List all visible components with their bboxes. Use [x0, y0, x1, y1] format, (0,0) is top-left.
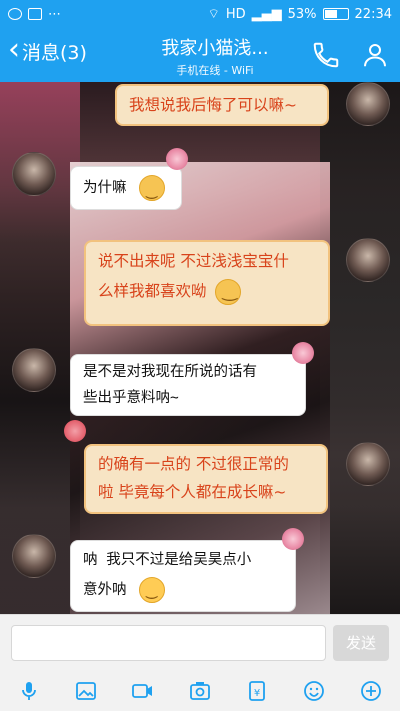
camera-icon[interactable]	[186, 677, 214, 705]
message-text-line1: 呐 我只不过是给吴昊点小	[83, 552, 252, 568]
status-left: ⋯	[8, 7, 61, 22]
flower-sticker	[166, 148, 188, 170]
input-bar: 发送	[0, 614, 400, 670]
more-icon: ⋯	[48, 6, 61, 22]
chat-subtitle: 手机在线 - WiFi	[176, 64, 254, 77]
chat-area[interactable]: 我想说我后悔了可以嘛~ 为什嘛 说不出来呢 不过浅浅宝宝什 么样我都喜欢呦 是不…	[0, 82, 400, 614]
phone-icon[interactable]	[311, 40, 341, 70]
chat-title: 我家小猫浅...	[161, 38, 269, 59]
red-packet-icon[interactable]: ¥	[243, 677, 271, 705]
message-text-line2: 些出乎意料呐~	[83, 390, 179, 406]
status-time: 22:34	[354, 6, 392, 22]
message-bubble-incoming[interactable]: 是不是对我现在所说的话有 些出乎意料呐~	[70, 354, 306, 416]
back-label: 消息(3)	[22, 42, 87, 64]
image-icon[interactable]	[72, 677, 100, 705]
smile-emoji	[139, 173, 166, 207]
back-button[interactable]: ‹ 消息(3)	[8, 31, 87, 67]
my-avatar[interactable]	[346, 82, 390, 126]
battery-pct: 53%	[287, 6, 317, 22]
battery-icon	[322, 8, 349, 20]
message-text: 我想说我后悔了可以嘛~	[129, 96, 297, 114]
message-text-line1: 的确有一点的 不过很正常的	[98, 455, 289, 473]
network-label: HD	[225, 6, 246, 22]
contact-avatar[interactable]	[12, 348, 56, 392]
message-input[interactable]	[11, 625, 326, 661]
chevron-left-icon: ‹	[8, 31, 20, 67]
message-bubble-incoming[interactable]: 呐 我只不过是给吴昊点小 意外呐	[70, 540, 296, 612]
smile-emoji	[215, 277, 242, 307]
wechat-icon	[8, 8, 22, 20]
mic-icon[interactable]	[15, 677, 43, 705]
person-icon[interactable]	[360, 40, 390, 70]
my-avatar[interactable]	[346, 442, 390, 486]
chat-title-wrap[interactable]: 我家小猫浅... 手机在线 - WiFi	[140, 34, 290, 78]
flower-sticker	[292, 342, 314, 364]
flower-sticker	[282, 528, 304, 550]
signal-icon: ▂▄▆	[251, 6, 282, 22]
svg-text:¥: ¥	[254, 688, 260, 699]
video-icon[interactable]	[129, 677, 157, 705]
chat-header: ‹ 消息(3) 我家小猫浅... 手机在线 - WiFi	[0, 28, 400, 82]
status-bar: ⋯ ⌔ HD ▂▄▆ 53% 22:34	[0, 0, 400, 28]
image-icon	[28, 8, 42, 20]
message-text-line1: 是不是对我现在所说的话有	[83, 364, 257, 380]
message-text-line2: 么样我都喜欢呦	[98, 282, 207, 300]
message-bubble-incoming[interactable]: 为什嘛	[70, 166, 182, 210]
message-text-line1: 说不出来呢 不过浅浅宝宝什	[98, 252, 289, 270]
contact-avatar[interactable]	[12, 534, 56, 578]
message-text: 为什嘛	[83, 180, 127, 196]
contact-avatar[interactable]	[12, 152, 56, 196]
message-text-line2: 意外呐	[83, 582, 127, 598]
strawberry-sticker	[64, 420, 86, 442]
message-bubble-outgoing[interactable]: 的确有一点的 不过很正常的 啦 毕竟每个人都在成长嘛~	[84, 444, 328, 514]
status-right: ⌔ HD ▂▄▆ 53% 22:34	[207, 6, 392, 23]
chat-toolbar: ¥	[0, 670, 400, 711]
emoji-icon[interactable]	[300, 677, 328, 705]
wifi-icon: ⌔	[207, 7, 220, 22]
plus-icon[interactable]	[357, 677, 385, 705]
my-avatar[interactable]	[346, 238, 390, 282]
background-photo	[320, 82, 400, 614]
send-button[interactable]: 发送	[333, 625, 389, 661]
message-bubble-outgoing[interactable]: 说不出来呢 不过浅浅宝宝什 么样我都喜欢呦	[84, 240, 330, 326]
message-text-line2: 啦 毕竟每个人都在成长嘛~	[98, 483, 287, 501]
cry-emoji	[139, 575, 166, 605]
message-bubble-outgoing[interactable]: 我想说我后悔了可以嘛~	[115, 84, 329, 126]
